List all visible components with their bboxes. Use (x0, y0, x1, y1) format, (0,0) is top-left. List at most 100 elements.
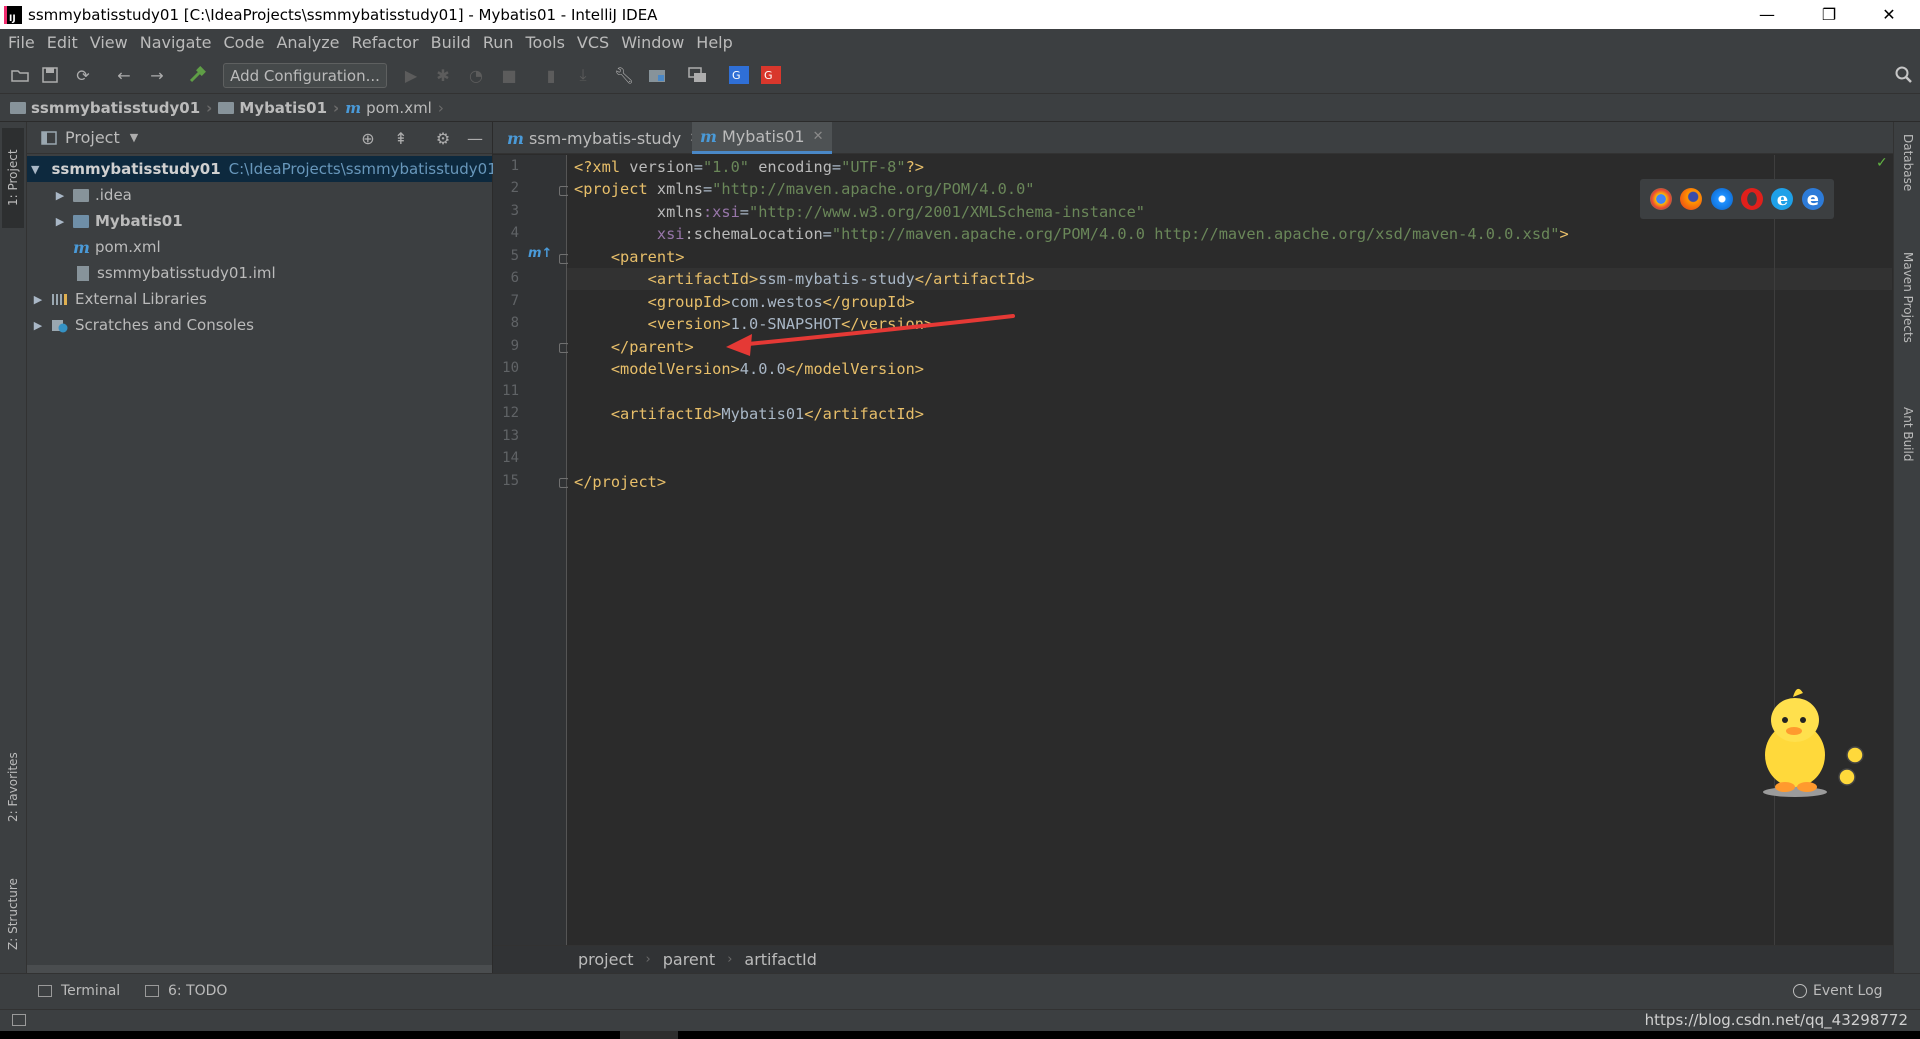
inspection-ok-icon[interactable]: ✓ (1876, 155, 1888, 171)
build-hammer-icon[interactable] (186, 65, 208, 85)
translate-icon[interactable]: G (728, 65, 750, 85)
tab-mybatis01[interactable]: m Mybatis01 ✕ (692, 122, 832, 154)
todo-list-icon (145, 985, 159, 997)
menu-navigate[interactable]: Navigate (136, 33, 220, 52)
save-icon[interactable] (39, 65, 61, 85)
editor-crumb-parent[interactable]: parent (663, 950, 715, 969)
tree-item-idea[interactable]: ▶ .idea (27, 182, 492, 208)
project-view-icon (41, 130, 57, 145)
sync-icon[interactable]: ⟳ (72, 65, 94, 85)
chrome-icon[interactable] (1650, 188, 1673, 210)
breadcrumb-label: ssmmybatisstudy01 (31, 98, 201, 117)
safari-icon[interactable] (1710, 188, 1733, 210)
scratches-icon (52, 320, 68, 333)
tool-tab-project[interactable]: 1: Project (2, 128, 24, 228)
horizontal-scrollbar[interactable] (27, 965, 492, 973)
internet-explorer-icon[interactable]: e (1771, 188, 1794, 210)
menu-bar: File Edit View Navigate Code Analyze Ref… (0, 29, 1920, 56)
attach-icon[interactable]: ▮ (540, 65, 562, 85)
menu-help[interactable]: Help (692, 33, 740, 52)
tree-item-root[interactable]: ▼ ssmmybatisstudy01 C:\IdeaProjects\ssmm… (27, 156, 497, 182)
restore-button[interactable]: ❐ (1800, 0, 1858, 29)
breadcrumb-module[interactable]: Mybatis01 › (218, 99, 339, 117)
code-line-2: <project xmlns="http://maven.apache.org/… (574, 180, 1035, 198)
project-panel-header: Project ▼ ⊕ ⇞ ⚙ — (27, 122, 492, 154)
sdk-icon[interactable] (687, 65, 709, 85)
menu-tools[interactable]: Tools (522, 33, 573, 52)
close-window-button[interactable]: ✕ (1860, 0, 1918, 29)
tree-item-mybatis01[interactable]: ▶ Mybatis01 (27, 208, 492, 234)
gear-icon[interactable]: ⚙ (433, 128, 453, 148)
stop-icon[interactable]: ■ (498, 65, 520, 85)
locate-icon[interactable]: ⊕ (358, 128, 378, 148)
svg-text:G: G (764, 69, 773, 82)
left-tool-strip: 1: Project 2: Favorites Z: Structure (0, 122, 27, 973)
tree-item-iml[interactable]: ssmmybatisstudy01.iml (27, 260, 492, 286)
tree-item-label: Mybatis01 (95, 212, 183, 230)
google-translate-icon[interactable]: G (760, 65, 782, 85)
maven-file-icon: m (73, 237, 90, 257)
editor-crumb-project[interactable]: project (578, 950, 634, 969)
add-configuration-button[interactable]: Add Configuration... (223, 63, 387, 88)
tool-tab-maven-projects[interactable]: Maven Projects (1897, 252, 1919, 367)
firefox-icon[interactable] (1680, 188, 1703, 210)
tool-tab-database[interactable]: Database (1897, 134, 1919, 214)
open-folder-icon[interactable] (9, 65, 31, 85)
menu-code[interactable]: Code (220, 33, 273, 52)
breadcrumb-project[interactable]: ssmmybatisstudy01 › (10, 99, 212, 117)
tool-tab-ant-build[interactable]: Ant Build (1897, 407, 1919, 487)
hide-icon[interactable]: — (465, 128, 485, 148)
menu-refactor[interactable]: Refactor (348, 33, 427, 52)
download-icon[interactable]: ⤓ (572, 65, 594, 85)
settings-wrench-icon[interactable]: 🔧︎ (613, 65, 635, 85)
expanded-arrow-icon[interactable]: ▼ (31, 163, 39, 176)
tree-item-external-libraries[interactable]: ▶ External Libraries (27, 286, 492, 312)
collapsed-arrow-icon[interactable]: ▶ (31, 293, 45, 306)
menu-build[interactable]: Build (427, 33, 479, 52)
event-log-button[interactable]: Event Log (1793, 983, 1883, 999)
toggle-tool-windows-icon[interactable] (12, 1014, 26, 1026)
project-structure-icon[interactable] (646, 65, 668, 85)
run-icon[interactable]: ▶ (400, 65, 422, 85)
debug-icon[interactable]: ✱ (432, 65, 454, 85)
menu-file[interactable]: File (4, 33, 43, 52)
collapsed-arrow-icon[interactable]: ▶ (53, 189, 67, 202)
breadcrumb-file[interactable]: m pom.xml › (345, 99, 444, 117)
maven-file-icon: m (700, 127, 717, 146)
code-editor[interactable]: <?xml version="1.0" encoding="UTF-8"?> <… (567, 155, 1893, 945)
collapsed-arrow-icon[interactable]: ▶ (53, 215, 67, 228)
main-toolbar: ⟳ ← → Add Configuration... ▶ ✱ ◔ ■ ▮ ⤓ 🔧… (0, 56, 1920, 94)
edge-icon[interactable]: e (1801, 188, 1824, 210)
menu-view[interactable]: View (86, 33, 136, 52)
menu-window[interactable]: Window (617, 33, 692, 52)
intellij-app-icon: IJ (4, 5, 22, 24)
coverage-icon[interactable]: ◔ (465, 65, 487, 85)
collapse-all-icon[interactable]: ⇞ (391, 128, 411, 148)
tree-item-scratches[interactable]: ▶ Scratches and Consoles (27, 312, 492, 338)
menu-vcs[interactable]: VCS (573, 33, 617, 52)
todo-tool-button[interactable]: 6: TODO (145, 983, 227, 999)
opera-icon[interactable] (1741, 188, 1764, 210)
forward-icon[interactable]: → (146, 65, 168, 85)
project-view-selector[interactable]: Project ▼ (41, 128, 138, 147)
breadcrumb-label: Mybatis01 (239, 98, 328, 117)
collapsed-arrow-icon[interactable]: ▶ (31, 319, 45, 332)
tree-item-pom[interactable]: m pom.xml (27, 234, 492, 260)
tab-ssm-mybatis-study[interactable]: m ssm-mybatis-study ✕ (499, 122, 708, 154)
editor-crumb-artifactid[interactable]: artifactId (744, 950, 816, 969)
menu-edit[interactable]: Edit (43, 33, 86, 52)
tool-tab-favorites[interactable]: 2: Favorites (2, 742, 24, 832)
event-log-icon (1793, 984, 1807, 998)
menu-run[interactable]: Run (479, 33, 522, 52)
search-everywhere-icon[interactable] (1893, 65, 1915, 85)
window-title: ssmmybatisstudy01 [C:\IdeaProjects\ssmmy… (28, 5, 658, 24)
minimize-button[interactable]: — (1738, 0, 1796, 29)
tool-tab-structure[interactable]: Z: Structure (2, 867, 24, 962)
annotation-arrow (726, 314, 1015, 356)
terminal-tool-button[interactable]: Terminal (38, 983, 120, 999)
maven-parent-gutter-icon[interactable]: m↑ (528, 246, 552, 261)
back-icon[interactable]: ← (113, 65, 135, 85)
close-icon[interactable]: ✕ (813, 129, 824, 144)
menu-analyze[interactable]: Analyze (272, 33, 347, 52)
code-line-12: <artifactId>Mybatis01</artifactId> (574, 405, 924, 423)
